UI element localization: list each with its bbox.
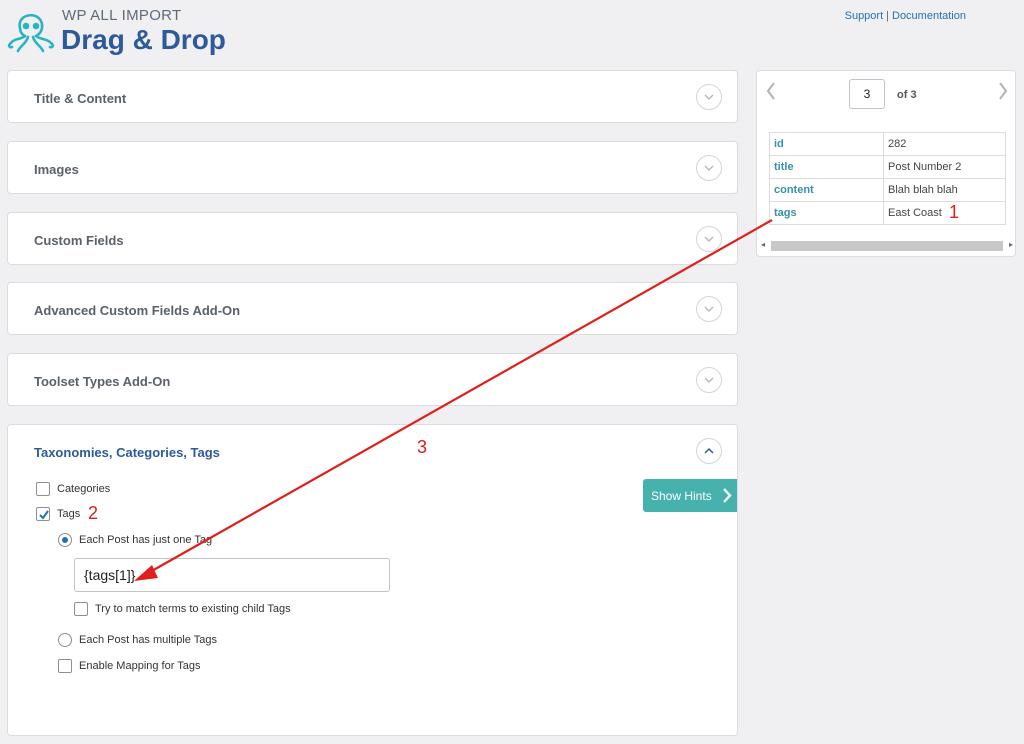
panel-title: Advanced Custom Fields Add-On: [34, 303, 241, 318]
mapping-checkbox[interactable]: [58, 659, 72, 673]
panel-title-content[interactable]: Title & Content: [7, 70, 738, 123]
panel-title: Toolset Types Add-On: [34, 374, 171, 389]
chevron-left-icon[interactable]: [765, 81, 777, 106]
chevron-right-icon: [723, 488, 732, 503]
chevron-down-icon[interactable]: [696, 155, 722, 181]
annotation-1: 1: [949, 202, 960, 222]
brand-subtitle: WP ALL IMPORT: [62, 7, 182, 24]
single-tag-label: Each Post has just one Tag: [79, 534, 213, 546]
brand-title: Drag & Drop: [61, 24, 226, 55]
annotation-2: 2: [88, 503, 99, 523]
show-hints-button[interactable]: Show Hints: [643, 479, 737, 512]
multiple-tags-radio[interactable]: [58, 633, 72, 647]
record-table: id 282 title Post Number 2 content Blah …: [769, 132, 1006, 225]
record-total: of 3: [897, 89, 917, 101]
table-row: tags East Coast: [769, 201, 1006, 225]
link-separator: |: [886, 10, 889, 22]
table-row: id 282: [769, 132, 1006, 156]
chevron-up-icon[interactable]: [696, 438, 722, 464]
single-tag-option[interactable]: Each Post has just one Tag: [58, 533, 212, 547]
record-value: Post Number 2: [883, 155, 1006, 179]
categories-option[interactable]: Categories: [36, 482, 110, 496]
panel-acf-addon[interactable]: Advanced Custom Fields Add-On: [7, 282, 738, 335]
record-value: Blah blah blah: [883, 178, 1006, 202]
categories-checkbox[interactable]: [36, 482, 50, 496]
panel-custom-fields[interactable]: Custom Fields: [7, 212, 738, 265]
single-tag-radio[interactable]: [58, 533, 72, 547]
categories-label: Categories: [57, 483, 111, 495]
scrollbar-thumb[interactable]: [771, 241, 1003, 251]
record-number-input[interactable]: [849, 79, 885, 109]
panel-images[interactable]: Images: [7, 141, 738, 194]
checkmark-icon: [39, 510, 49, 520]
chevron-down-icon[interactable]: [696, 84, 722, 110]
chevron-down-icon[interactable]: [696, 296, 722, 322]
panel-title: Custom Fields: [34, 233, 124, 248]
tags-checkbox[interactable]: [36, 507, 50, 521]
record-key[interactable]: title: [769, 155, 884, 179]
panel-taxonomies: Taxonomies, Categories, Tags Categories …: [7, 424, 738, 736]
table-row: content Blah blah blah: [769, 178, 1006, 202]
multiple-tags-label: Each Post has multiple Tags: [79, 634, 217, 646]
documentation-link[interactable]: Documentation: [892, 10, 966, 22]
record-panel: of 3 id 282 title Post Number 2 content …: [756, 70, 1016, 257]
mapping-option[interactable]: Enable Mapping for Tags: [58, 659, 201, 673]
record-key[interactable]: id: [769, 132, 884, 156]
show-hints-label: Show Hints: [651, 488, 712, 503]
tag-expression-input[interactable]: [74, 558, 390, 592]
record-value: 282: [883, 132, 1006, 156]
top-links: Support | Documentation: [845, 10, 966, 22]
record-key[interactable]: content: [769, 178, 884, 202]
scroll-right-icon[interactable]: ▸: [1009, 240, 1013, 249]
panel-title: Images: [34, 162, 79, 177]
chevron-down-icon[interactable]: [696, 226, 722, 252]
panel-title[interactable]: Taxonomies, Categories, Tags: [34, 445, 220, 460]
record-key[interactable]: tags: [769, 201, 884, 225]
horizontal-scrollbar[interactable]: ◂ ▸: [761, 240, 1013, 252]
match-child-option[interactable]: Try to match terms to existing child Tag…: [74, 602, 291, 616]
scroll-left-icon[interactable]: ◂: [761, 240, 765, 249]
octopus-logo-icon: [6, 4, 56, 56]
panel-title: Title & Content: [34, 91, 127, 106]
annotation-3: 3: [417, 437, 428, 457]
mapping-label: Enable Mapping for Tags: [79, 660, 201, 672]
match-child-label: Try to match terms to existing child Tag…: [95, 603, 291, 615]
multiple-tags-option[interactable]: Each Post has multiple Tags: [58, 633, 217, 647]
chevron-down-icon[interactable]: [696, 367, 722, 393]
table-row: title Post Number 2: [769, 155, 1006, 179]
match-child-checkbox[interactable]: [74, 602, 88, 616]
panel-toolset-addon[interactable]: Toolset Types Add-On: [7, 353, 738, 406]
chevron-right-icon[interactable]: [997, 81, 1009, 106]
tags-option[interactable]: Tags: [36, 507, 80, 521]
tags-label: Tags: [57, 508, 81, 520]
header: WP ALL IMPORT Drag & Drop Support | Docume…: [0, 0, 1024, 68]
support-link[interactable]: Support: [845, 10, 884, 22]
record-value: East Coast: [883, 201, 1006, 225]
